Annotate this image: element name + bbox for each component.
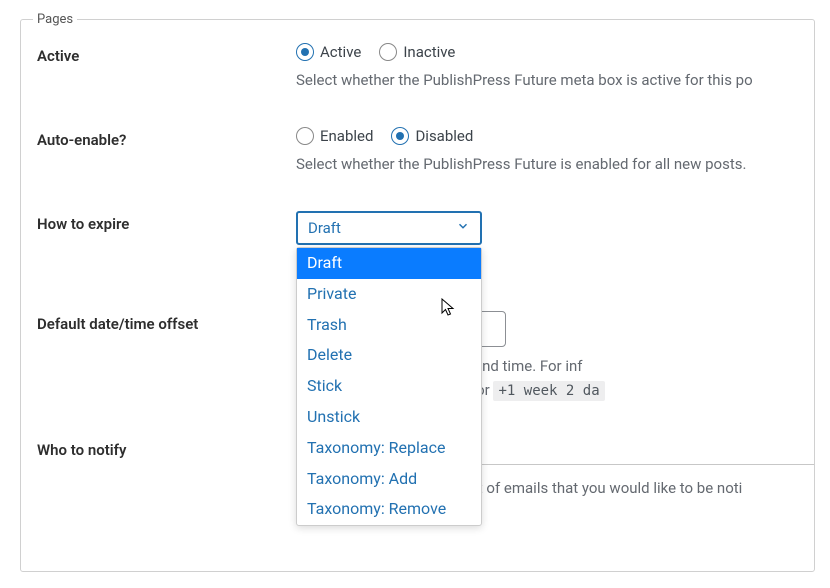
label-autoenable: Auto-enable? [21,111,296,149]
hint-autoenable: Select whether the PublishPress Future i… [296,155,814,173]
row-active: Active Active Inactive Select whether th… [21,27,814,111]
select-value: Draft [308,219,341,237]
radio-active[interactable]: Active [296,43,361,61]
radio-inactive[interactable]: Inactive [379,43,455,61]
radio-label: Inactive [403,43,455,61]
radio-icon [391,127,409,145]
option-trash[interactable]: Trash [297,310,481,341]
radio-icon [296,127,314,145]
hint-active: Select whether the PublishPress Future m… [296,71,814,89]
code-chip: +1 week 2 da [493,381,604,401]
radio-icon [379,43,397,61]
row-autoenable: Auto-enable? Enabled Disabled Select whe… [21,111,814,195]
expire-dropdown: Draft Private Trash Delete Stick Unstick… [296,247,482,526]
label-offset: Default date/time offset [21,295,296,333]
option-draft[interactable]: Draft [297,248,481,279]
pages-fieldset: Pages Active Active Inactive Select whet… [20,12,815,572]
label-notify: Who to notify [21,421,296,459]
radio-disabled[interactable]: Disabled [391,127,473,145]
option-unstick[interactable]: Unstick [297,402,481,433]
option-delete[interactable]: Delete [297,340,481,371]
chevron-down-icon [456,219,470,237]
option-private[interactable]: Private [297,279,481,310]
option-tax-replace[interactable]: Taxonomy: Replace [297,433,481,464]
radio-label: Enabled [320,127,373,145]
option-stick[interactable]: Stick [297,371,481,402]
label-expire: How to expire [21,195,296,233]
radio-enabled[interactable]: Enabled [296,127,373,145]
radio-label: Disabled [415,127,473,145]
option-tax-remove[interactable]: Taxonomy: Remove [297,494,481,525]
fieldset-legend: Pages [33,12,77,27]
radio-icon [296,43,314,61]
radio-label: Active [320,43,361,61]
expire-select[interactable]: Draft [296,211,482,245]
option-tax-add[interactable]: Taxonomy: Add [297,464,481,495]
label-active: Active [21,27,296,65]
row-expire: How to expire Draft Draft Private Trash … [21,195,814,295]
